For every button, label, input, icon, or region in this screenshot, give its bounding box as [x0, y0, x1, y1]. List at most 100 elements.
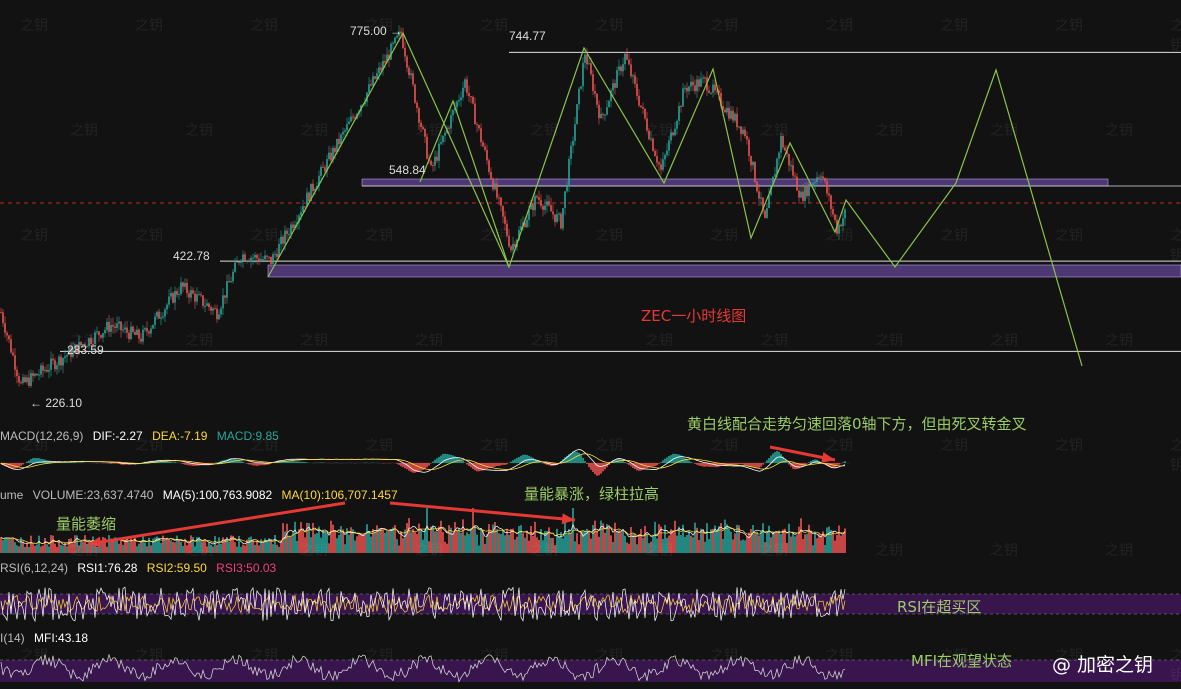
candle-body — [574, 124, 576, 141]
watermark-glyph: 之钥 — [70, 543, 98, 559]
volume-ma10: MA(10):106,707.1457 — [281, 488, 398, 502]
watermark-glyph: 之钥 — [825, 228, 853, 244]
watermark-glyph: 之钥 — [185, 333, 213, 349]
candle-body — [680, 106, 682, 108]
volume-bar — [716, 530, 718, 553]
volume-bar — [460, 532, 462, 553]
volume-bar — [26, 543, 28, 553]
candle-body — [174, 291, 176, 303]
candle-body — [200, 294, 202, 296]
macd-histogram-bar — [116, 463, 118, 464]
candle-body — [656, 156, 658, 163]
watermark-glyph: 之钥 — [645, 333, 673, 349]
candle-body — [698, 79, 700, 87]
volume-bar — [834, 540, 836, 553]
volume-bar — [604, 532, 606, 553]
macd-histogram-bar — [592, 463, 594, 472]
macd-histogram-bar — [406, 463, 408, 470]
watermark-glyph: 之钥 — [1170, 18, 1181, 54]
volume-bar — [676, 535, 678, 553]
candle-body — [154, 316, 156, 325]
candle-body — [138, 329, 140, 339]
candle-body — [668, 140, 670, 151]
candle-body — [4, 323, 6, 333]
volume-bar — [514, 539, 516, 553]
macd-histogram-bar — [526, 454, 528, 463]
candle-body — [56, 365, 58, 370]
volume-bar — [408, 518, 410, 553]
volume-bar — [634, 533, 636, 553]
candle-body — [572, 140, 574, 146]
macd-histogram-bar — [466, 463, 468, 465]
macd-histogram-bar — [780, 453, 782, 463]
macd-histogram-bar — [296, 461, 298, 463]
candle-body — [748, 139, 750, 156]
candle-body — [652, 138, 654, 151]
macd-histogram-bar — [690, 461, 692, 463]
candle-body — [346, 124, 348, 131]
volume-bar — [262, 542, 264, 553]
macd-histogram-bar — [434, 459, 436, 463]
candle-body — [18, 376, 20, 383]
candle-body — [834, 214, 836, 220]
volume-bar — [558, 536, 560, 553]
macd-histogram-bar — [82, 462, 84, 463]
candle-body — [142, 329, 144, 342]
macd-histogram-bar — [544, 463, 546, 465]
volume-bar — [276, 544, 278, 553]
candle-body — [644, 108, 646, 119]
candle-body — [816, 177, 818, 182]
rsi-annotation: RSI在超买区 — [897, 598, 982, 616]
volume-bar — [214, 536, 216, 553]
volume-bar — [234, 542, 236, 553]
candle-body — [802, 191, 804, 201]
macd-histogram-bar — [740, 463, 742, 465]
volume-bar — [740, 540, 742, 553]
macd-histogram-bar — [838, 463, 840, 465]
candle-body — [732, 110, 734, 121]
macd-histogram-bar — [750, 463, 752, 467]
candle-body — [226, 281, 228, 298]
watermark-glyph: 之钥 — [940, 648, 968, 664]
candle-body — [566, 186, 568, 192]
candle-body — [464, 79, 466, 88]
macd-histogram-bar — [770, 455, 772, 463]
watermark-glyph: 之钥 — [645, 543, 673, 559]
candle-body — [662, 159, 664, 170]
volume-bar — [816, 538, 818, 553]
watermark-glyph: 之钥 — [595, 18, 623, 34]
candle-body — [252, 257, 254, 259]
candle-body — [746, 136, 748, 140]
volume-bar — [750, 529, 752, 553]
volume-bar — [140, 540, 142, 553]
volume-bar — [180, 541, 182, 553]
candle-body — [498, 197, 500, 199]
macd-histogram-bar — [598, 463, 600, 476]
candle-body — [130, 326, 132, 340]
candle-body — [546, 201, 548, 206]
candle-body — [268, 256, 270, 258]
candle-body — [178, 293, 180, 295]
candle-body — [58, 356, 60, 366]
volume-bar — [452, 532, 454, 553]
candle-body — [108, 322, 110, 332]
watermark-glyph: 之钥 — [480, 438, 508, 454]
volume-bar — [520, 525, 522, 553]
macd-histogram-bar — [572, 451, 574, 463]
macd-histogram-bar — [182, 463, 184, 465]
candle-body — [788, 153, 790, 166]
candle-body — [50, 358, 52, 370]
macd-histogram-bar — [816, 459, 818, 463]
volume-bar — [368, 530, 370, 553]
volume-bar — [724, 519, 726, 553]
volume-bar — [508, 534, 510, 553]
candle-body — [64, 356, 66, 359]
volume-bar — [274, 535, 276, 553]
macd-histogram-bar — [108, 463, 110, 464]
volume-bar — [294, 521, 296, 553]
volume-bar — [746, 536, 748, 553]
volume-bar — [692, 537, 694, 553]
candle-body — [690, 81, 692, 87]
watermark-glyph: 之钥 — [70, 123, 98, 139]
volume-bar — [142, 535, 144, 553]
